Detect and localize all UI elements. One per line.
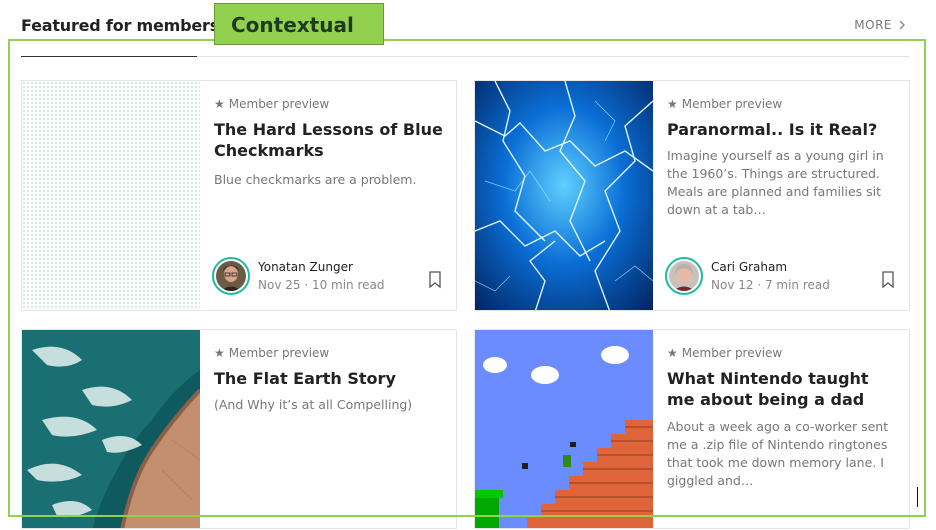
more-link[interactable]: MORE — [854, 18, 906, 32]
member-preview-badge: ★ Member preview — [214, 97, 329, 111]
post-meta: Nov 25 · 10 min read — [258, 278, 385, 292]
star-icon: ★ — [214, 346, 225, 360]
post-thumbnail[interactable] — [22, 330, 200, 528]
post-card[interactable]: ★ Member preview The Hard Lessons of Blu… — [21, 80, 457, 311]
context-annotation-badge: Contextual — [214, 3, 384, 45]
member-preview-badge: ★ Member preview — [667, 346, 782, 360]
post-thumbnail[interactable] — [475, 330, 653, 528]
star-icon: ★ — [214, 97, 225, 111]
post-meta: Nov 12 · 7 min read — [711, 278, 830, 292]
author-name[interactable]: Cari Graham — [711, 260, 830, 274]
bookmark-icon[interactable] — [881, 271, 895, 289]
bookmark-icon[interactable] — [428, 271, 442, 289]
badge-label: Member preview — [228, 346, 330, 360]
section-title: Featured for members — [21, 16, 220, 35]
post-card[interactable]: ★ Member preview Paranormal.. Is it Real… — [474, 80, 910, 311]
author-name[interactable]: Yonatan Zunger — [258, 260, 385, 274]
member-preview-badge: ★ Member preview — [214, 346, 329, 360]
post-thumbnail[interactable] — [475, 81, 653, 310]
star-icon: ★ — [667, 346, 678, 360]
post-card[interactable]: ★ Member preview The Flat Earth Story (A… — [21, 329, 457, 529]
post-title[interactable]: The Flat Earth Story — [214, 368, 444, 389]
post-snippet[interactable]: (And Why it’s at all Compelling) — [214, 396, 444, 414]
post-thumbnail[interactable] — [22, 81, 200, 310]
post-card[interactable]: ★ Member preview What Nintendo taught me… — [474, 329, 910, 529]
post-snippet[interactable]: Imagine yourself as a young girl in the … — [667, 147, 897, 219]
member-preview-badge: ★ Member preview — [667, 97, 782, 111]
title-underline — [21, 56, 197, 57]
post-title[interactable]: The Hard Lessons of Blue Checkmarks — [214, 119, 444, 161]
header-divider — [197, 56, 910, 57]
badge-label: Member preview — [681, 97, 783, 111]
badge-label: Member preview — [228, 97, 330, 111]
avatar[interactable] — [212, 257, 250, 295]
chevron-right-icon — [899, 20, 905, 30]
post-title[interactable]: What Nintendo taught me about being a da… — [667, 368, 897, 410]
post-snippet[interactable]: Blue checkmarks are a problem. — [214, 171, 444, 189]
post-snippet[interactable]: About a week ago a co-worker sent me a .… — [667, 418, 897, 490]
text-cursor — [917, 487, 918, 507]
post-title[interactable]: Paranormal.. Is it Real? — [667, 119, 897, 140]
badge-label: Member preview — [681, 346, 783, 360]
star-icon: ★ — [667, 97, 678, 111]
more-label: MORE — [854, 18, 892, 32]
avatar[interactable] — [665, 257, 703, 295]
